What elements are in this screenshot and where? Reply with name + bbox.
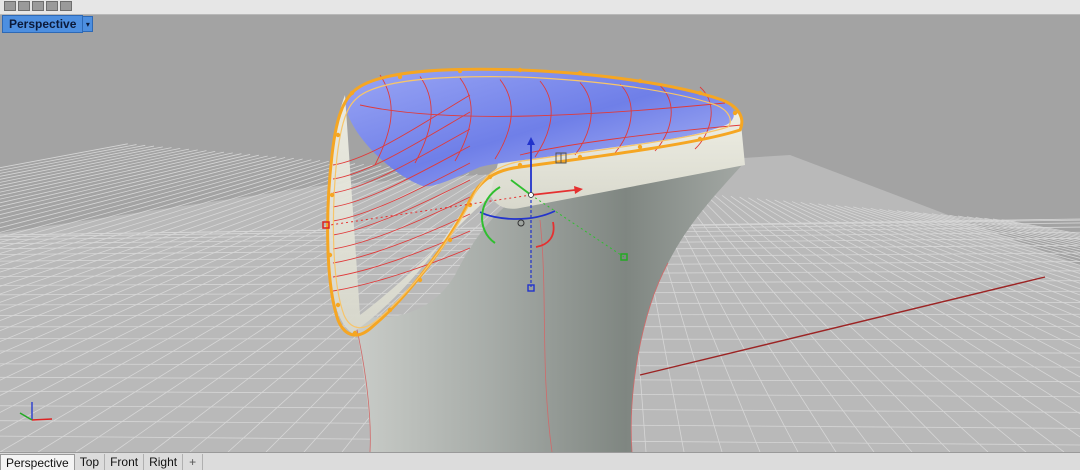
- control-point: [397, 74, 403, 80]
- control-point: [352, 330, 358, 336]
- viewport-scene[interactable]: [0, 15, 1080, 452]
- toolbar-icon[interactable]: [60, 1, 72, 11]
- control-point: [637, 144, 643, 150]
- toolbar: [0, 0, 1080, 15]
- add-tab-icon[interactable]: +: [183, 454, 204, 470]
- control-point: [487, 174, 493, 180]
- control-point: [387, 307, 393, 313]
- control-point: [577, 154, 583, 160]
- gumball-center[interactable]: [528, 192, 534, 198]
- viewport-menu-icon[interactable]: ▾: [83, 16, 94, 32]
- control-point: [335, 302, 341, 308]
- toolbar-icon[interactable]: [46, 1, 58, 11]
- control-point: [697, 136, 703, 142]
- control-point: [697, 90, 703, 96]
- control-point: [335, 132, 341, 138]
- rhino-app: Perspective ▾ Perspective Top Front Righ…: [0, 0, 1080, 470]
- control-point: [517, 162, 523, 168]
- viewport-title-label[interactable]: Perspective: [2, 15, 84, 33]
- tab-perspective[interactable]: Perspective: [0, 454, 75, 470]
- control-point: [637, 78, 643, 84]
- control-point: [517, 67, 523, 73]
- control-point: [732, 110, 738, 116]
- axes-indicator-x: [31, 418, 53, 421]
- viewport-tab-bar: Perspective Top Front Right +: [0, 452, 1080, 470]
- toolbar-icon[interactable]: [4, 1, 16, 11]
- control-point: [329, 192, 335, 198]
- toolbar-icon[interactable]: [32, 1, 44, 11]
- tab-top[interactable]: Top: [75, 454, 106, 470]
- perspective-viewport[interactable]: Perspective ▾: [0, 15, 1080, 452]
- viewport-title[interactable]: Perspective ▾: [2, 15, 94, 33]
- tab-front[interactable]: Front: [105, 454, 145, 470]
- control-point: [447, 237, 453, 243]
- tab-right[interactable]: Right: [144, 454, 184, 470]
- control-point: [577, 70, 583, 76]
- control-point: [457, 68, 463, 74]
- control-point: [327, 252, 333, 258]
- control-point: [349, 90, 355, 96]
- control-point: [417, 277, 423, 283]
- toolbar-icon[interactable]: [18, 1, 30, 11]
